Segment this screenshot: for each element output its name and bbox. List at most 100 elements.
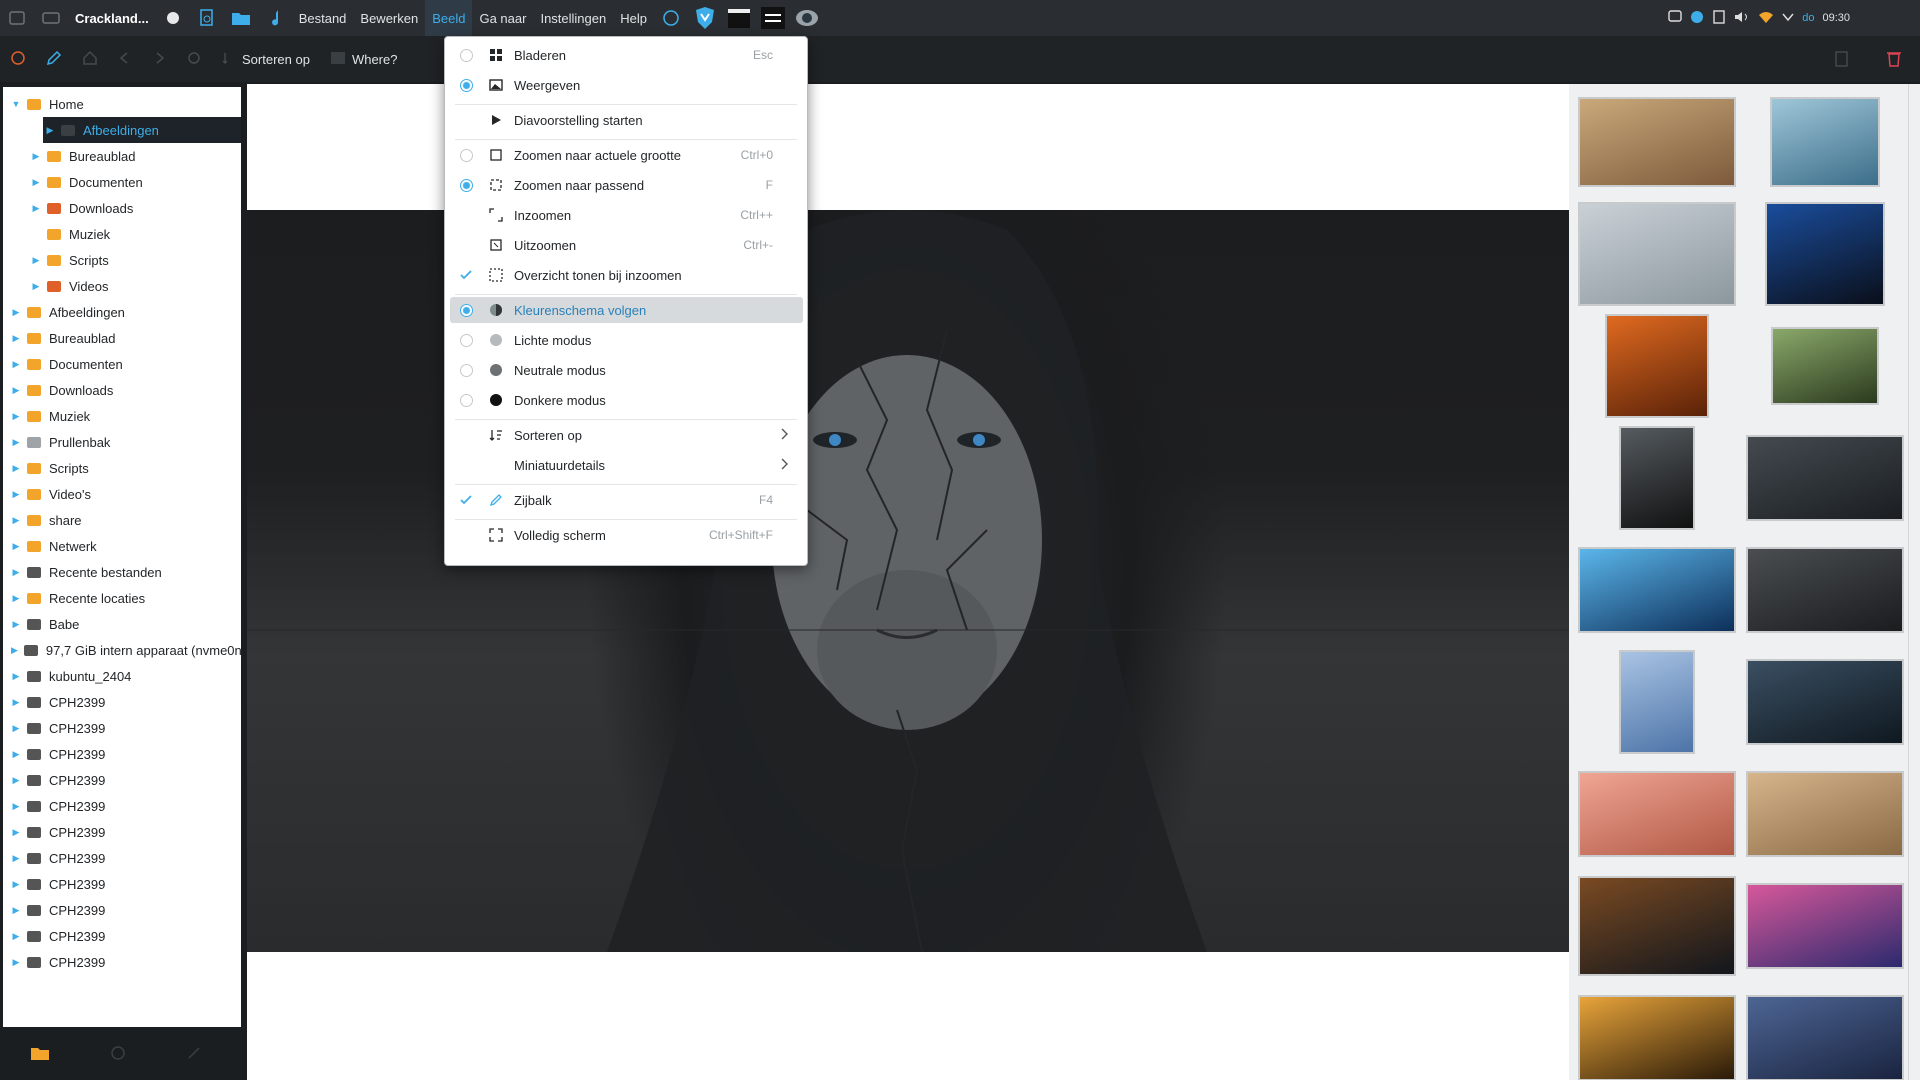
sidebar-item[interactable]: ▶ Documenten [3,351,241,377]
thumbnail-blue-clouds-sea[interactable] [1578,547,1736,633]
chevron-right-icon[interactable]: ▶ [31,151,41,162]
thumbnail-cell[interactable] [1741,86,1909,198]
thumbnail-cell[interactable] [1741,422,1909,534]
menu-instellingen[interactable]: Instellingen [533,0,613,36]
copy-icon[interactable] [1834,50,1850,71]
sidebar-item[interactable]: ▶ Bureaublad [3,143,241,169]
thumbnail-cell[interactable] [1741,646,1909,758]
chevron-right-icon[interactable]: ▶ [11,463,21,474]
sidebar-item[interactable]: ▶ Afbeeldingen [43,117,241,143]
chevron-right-icon[interactable]: ▶ [11,853,21,864]
chevron-right-icon[interactable]: ▶ [11,359,21,370]
menu-help[interactable]: Help [613,0,654,36]
sidebar-item[interactable]: ▶ Documenten [3,169,241,195]
thumbnail-cell[interactable] [1573,646,1741,758]
chevron-right-icon[interactable]: ▶ [11,385,21,396]
thumbnail-hooded-woman[interactable] [1746,547,1904,633]
menu-item-lichte-modus[interactable]: Lichte modus [450,327,803,353]
chevron-right-icon[interactable]: ▶ [11,437,21,448]
chevron-right-icon[interactable]: ▶ [11,645,18,656]
sidebar-item[interactable]: ▶ Downloads [3,377,241,403]
sidebar-item[interactable]: ▶ share [3,507,241,533]
clapperboard-icon[interactable] [726,5,752,31]
thumbnail-scrollbar[interactable] [1908,84,1920,1080]
volume-icon[interactable] [1734,10,1750,27]
clock-time[interactable]: 09:30 [1822,12,1850,24]
thumbnail-cell[interactable] [1741,870,1909,982]
sidebar-item[interactable]: ▶ CPH2399 [3,845,241,871]
chevron-down-icon[interactable]: ▼ [11,99,21,109]
share-icon[interactable] [186,1045,202,1066]
thumbnail-boat-dusk[interactable] [1746,995,1904,1080]
sidebar-item[interactable]: ▶ CPH2399 [3,897,241,923]
chevron-right-icon[interactable]: ▶ [11,749,21,760]
menu-item-sorteren-op[interactable]: Sorteren op [450,422,803,448]
sidebar-item[interactable]: ▶ Muziek [3,403,241,429]
sidebar-item[interactable]: ▶ 97,7 GiB intern apparaat (nvme0n1p3) [3,637,241,663]
chevron-right-icon[interactable]: ▶ [11,775,21,786]
menu-item-volledig-scherm[interactable]: Volledig scherm Ctrl+Shift+F [450,522,803,548]
thumbnail-cell[interactable] [1573,86,1741,198]
sidebar-item[interactable]: ▶ CPH2399 [3,871,241,897]
chevron-right-icon[interactable]: ▶ [45,125,55,136]
tag-icon[interactable] [110,1045,126,1066]
sidebar-item[interactable]: ▶ Prullenbak [3,429,241,455]
thumbnail-office-interior[interactable] [1746,771,1904,857]
sidebar-item[interactable]: ▼ Home [3,91,241,117]
menu-item-weergeven[interactable]: Weergeven [450,72,803,98]
menu-item-miniatuurdetails[interactable]: Miniatuurdetails [450,452,803,478]
sidebar-item[interactable]: ▶ CPH2399 [3,715,241,741]
sidebar-item[interactable]: ▶ Downloads [3,195,241,221]
chevron-right-icon[interactable]: ▶ [11,879,21,890]
chevron-right-icon[interactable]: ▶ [31,203,41,214]
clipboard-icon[interactable] [1712,9,1726,27]
thumbnail-blue-texture[interactable] [1619,650,1695,754]
thumbnail-bokeh-lights[interactable] [1578,876,1736,976]
circle-icon[interactable] [658,5,684,31]
chevron-right-icon[interactable]: ▶ [11,671,21,682]
window-icon[interactable] [38,5,64,31]
menu-item-zijbalk[interactable]: Zijbalk F4 [450,487,803,513]
thumbnail-golden-table[interactable] [1578,995,1736,1080]
trash-icon[interactable] [1886,49,1902,70]
chevron-right-icon[interactable]: ▶ [11,827,21,838]
thumbnail-blue-eye[interactable] [1765,202,1885,306]
menu-beeld[interactable]: Beeld [425,0,473,36]
menu-item-zoomen-naar-passend[interactable]: Zoomen naar passend F [450,172,803,198]
folder-icon[interactable] [30,1045,50,1066]
sidebar-item[interactable]: ▶ kubuntu_2404 [3,663,241,689]
thumbnail-cell[interactable] [1741,534,1909,646]
chevron-right-icon[interactable]: ▶ [11,801,21,812]
rotate-button[interactable] [176,36,212,82]
sidebar-item[interactable]: ▶ CPH2399 [3,793,241,819]
chevron-right-icon[interactable]: ▶ [11,307,21,318]
sidebar-item[interactable]: ▶ CPH2399 [3,923,241,949]
info-icon[interactable] [1690,10,1704,27]
chat-icon[interactable] [1668,9,1682,27]
chevron-right-icon[interactable]: ▶ [11,957,21,968]
menu-item-bladeren[interactable]: Bladeren Esc [450,42,803,68]
folder-icon[interactable] [228,5,254,31]
thumbnail-cell[interactable] [1741,310,1909,422]
chevron-right-icon[interactable]: ▶ [11,905,21,916]
sidebar-item[interactable]: ▶ Netwerk [3,533,241,559]
chevron-down-icon[interactable] [1782,12,1794,25]
sidebar-item[interactable]: ▶ CPH2399 [3,741,241,767]
sidebar-item[interactable]: Muziek [3,221,241,247]
sort-button[interactable]: Sorteren op [212,36,320,82]
chevron-right-icon[interactable]: ▶ [11,489,21,500]
menu-item-donkere-modus[interactable]: Donkere modus [450,387,803,413]
menu-item-neutrale-modus[interactable]: Neutrale modus [450,357,803,383]
thumbnail-gothic-window[interactable] [1619,426,1695,530]
file-search-icon[interactable] [194,5,220,31]
sidebar-item[interactable]: ▶ Bureaublad [3,325,241,351]
thumbnail-cell[interactable] [1741,982,1909,1080]
thumbnail-cell[interactable] [1573,310,1741,422]
thumbnail-cell[interactable] [1741,198,1909,310]
sidebar-item[interactable]: ▶ CPH2399 [3,949,241,975]
forward-button[interactable] [142,36,176,82]
sidebar-item[interactable]: ▶ Afbeeldingen [3,299,241,325]
sidebar-item[interactable]: ▶ Scripts [3,247,241,273]
menu-item-uitzoomen[interactable]: Uitzoomen Ctrl+- [450,232,803,258]
sidebar-item[interactable]: ▶ Recente bestanden [3,559,241,585]
